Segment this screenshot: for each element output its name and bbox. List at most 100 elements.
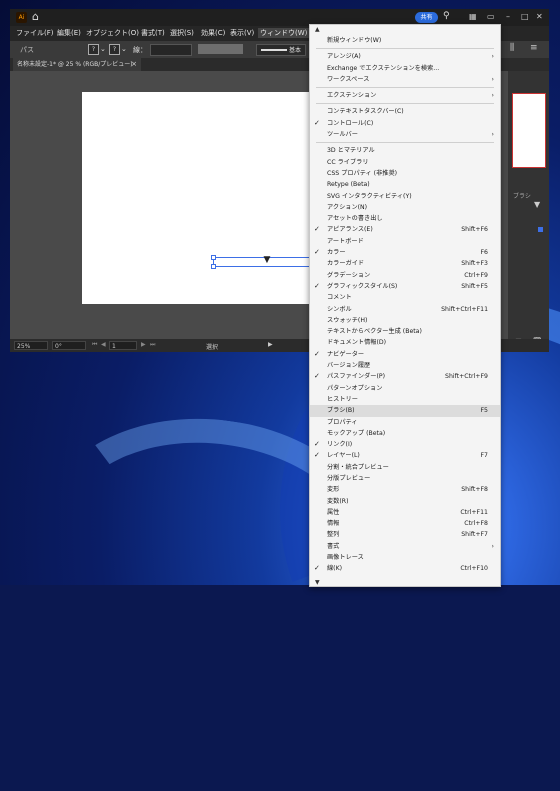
menu-item-label: テキストからベクター生成 (Beta) [327, 328, 422, 336]
arrange-documents-icon[interactable]: ▦ [469, 12, 477, 21]
menu-item[interactable]: カラーガイド Shift+F3 [310, 258, 500, 269]
menu-item[interactable]: プロパティ [310, 417, 500, 428]
menu-item[interactable]: 分版プレビュー [310, 473, 500, 484]
menu-item-label: バージョン履歴 [327, 362, 371, 370]
menu-file[interactable]: ファイル(F) [16, 28, 54, 38]
menu-item[interactable]: ✓ ナビゲーター [310, 349, 500, 360]
fill-swatch[interactable]: ? [88, 44, 99, 55]
menu-item[interactable]: 変形 Shift+F8 [310, 484, 500, 495]
menu-item[interactable]: シンボル Shift+Ctrl+F11 [310, 304, 500, 315]
search-icon[interactable]: ⚲ [443, 11, 450, 21]
workspace-icon[interactable]: ▭ [487, 12, 495, 21]
artboard-number-field[interactable]: 1 [109, 341, 137, 350]
menu-item-shortcut: F7 [480, 452, 489, 460]
menu-item[interactable]: アートボード [310, 236, 500, 247]
menu-item[interactable]: ✓ コントロール(C) [310, 118, 500, 129]
align-icon[interactable]: ⫼ [510, 43, 514, 53]
fill-dropdown-icon[interactable]: ⌄ [100, 45, 106, 53]
menu-item-label: グラデーション [327, 271, 371, 279]
menu-item[interactable]: 分割・統合プレビュー [310, 462, 500, 473]
menu-item[interactable]: コンテキストタスクバー(C) [310, 106, 500, 117]
stroke-dropdown-icon[interactable]: ⌄ [121, 45, 127, 53]
variable-width-profile[interactable] [198, 44, 243, 54]
menu-item[interactable]: グラデーション Ctrl+F9 [310, 270, 500, 281]
menu-select[interactable]: 選択(S) [170, 28, 194, 38]
menu-item[interactable]: 変数(R) [310, 496, 500, 507]
previous-artboard-icon[interactable]: ◀ [101, 341, 106, 348]
minimize-icon[interactable]: – [506, 12, 510, 21]
first-artboard-icon[interactable]: ⏮ [92, 341, 97, 349]
menu-item[interactable]: アセットの書き出し [310, 213, 500, 224]
home-icon[interactable]: ⌂ [32, 11, 44, 23]
stroke-swatch[interactable]: ? [109, 44, 120, 55]
brushes-panel-tab[interactable]: ブラシ [513, 191, 531, 200]
menu-item-label: アクション(N) [327, 203, 368, 211]
menu-item-label: 3D とマテリアル [327, 147, 375, 155]
menu-item[interactable]: ✓ パスファインダー(P) Shift+Ctrl+F9 [310, 371, 500, 382]
scroll-up-icon[interactable]: ▲ [315, 26, 320, 33]
checkmark-icon: ✓ [314, 564, 320, 573]
artboard[interactable] [82, 92, 322, 304]
menu-item[interactable]: Retype (Beta) [310, 179, 500, 190]
menu-item[interactable]: スウォッチ(H) [310, 315, 500, 326]
menu-item[interactable]: アクション(N) [310, 202, 500, 213]
menu-item[interactable]: ブラシ(B) F5 [310, 405, 500, 417]
menu-item[interactable]: ツールバー › [310, 129, 500, 140]
menu-item[interactable]: 3D とマテリアル [310, 145, 500, 156]
menu-item[interactable]: ヒストリー [310, 394, 500, 405]
menu-item[interactable]: CC ライブラリ [310, 157, 500, 168]
menu-item[interactable]: ドキュメント情報(D) [310, 337, 500, 348]
menu-item[interactable]: ✓ アピアランス(E) Shift+F6 [310, 224, 500, 235]
menu-edit[interactable]: 編集(E) [57, 28, 81, 38]
navigator-thumbnail[interactable] [512, 93, 546, 168]
menu-item[interactable]: ✓ レイヤー(L) F7 [310, 450, 500, 461]
menu-item[interactable]: 属性 Ctrl+F11 [310, 507, 500, 518]
stroke-weight-label: 線： [133, 46, 147, 54]
menu-item[interactable]: テキストからベクター生成 (Beta) [310, 326, 500, 337]
menu-item[interactable]: アレンジ(A) › [310, 51, 500, 62]
menu-object[interactable]: オブジェクト(O) [86, 28, 139, 38]
share-button[interactable]: 共有 [415, 12, 438, 23]
menu-item[interactable]: 書式 › [310, 541, 500, 552]
close-tab-icon[interactable]: × [131, 58, 137, 71]
close-icon[interactable]: ✕ [536, 12, 543, 21]
menu-item-label: 分版プレビュー [327, 474, 371, 482]
menu-item[interactable]: ✓ 線(K) Ctrl+F10 [310, 563, 500, 574]
menu-item[interactable]: ワークスペース › [310, 74, 500, 85]
rotation-field[interactable]: 0° [52, 341, 86, 350]
menu-type[interactable]: 書式(T) [141, 28, 165, 38]
menu-item[interactable]: Exchange でエクステンションを検索... [310, 63, 500, 74]
menu-item[interactable]: 情報 Ctrl+F8 [310, 518, 500, 529]
status-play-icon[interactable]: ▶ [268, 341, 273, 348]
menu-item[interactable]: CSS プロパティ (非推奨) [310, 168, 500, 179]
menu-item[interactable]: ✓ グラフィックスタイル(S) Shift+F5 [310, 281, 500, 292]
menu-item-label: ツールバー [327, 131, 358, 139]
menu-window[interactable]: ウィンドウ(W) [258, 28, 310, 38]
menu-item[interactable]: 整列 Shift+F7 [310, 529, 500, 540]
menu-item[interactable]: 画像トレース [310, 552, 500, 563]
menu-item[interactable]: ✓ リンク(I) [310, 439, 500, 450]
more-options-icon[interactable]: ≡ [530, 43, 538, 53]
menu-view[interactable]: 表示(V) [230, 28, 254, 38]
menu-item[interactable]: エクステンション › [310, 90, 500, 101]
next-artboard-icon[interactable]: ▶ [141, 341, 146, 348]
menu-effect[interactable]: 効果(C) [201, 28, 225, 38]
menu-item[interactable]: ✓ カラー F6 [310, 247, 500, 258]
stroke-weight-input[interactable] [150, 44, 192, 56]
menu-item[interactable]: パターンオプション [310, 383, 500, 394]
menu-item[interactable]: モックアップ (Beta) [310, 428, 500, 439]
zoom-field[interactable]: 25% [14, 341, 48, 350]
filter-icon[interactable]: ▼ [534, 200, 540, 209]
menu-item-label: 線(K) [327, 565, 343, 573]
maximize-icon[interactable]: □ [521, 12, 529, 21]
menu-item[interactable]: コメント [310, 292, 500, 303]
menu-item-shortcut: Shift+Ctrl+F11 [441, 305, 488, 313]
selection-handle[interactable] [211, 255, 216, 260]
brush-definition[interactable]: 基本 [256, 44, 306, 56]
menu-item[interactable]: SVG インタラクティビティ(Y) [310, 191, 500, 202]
selection-handle[interactable] [211, 264, 216, 269]
menu-item[interactable]: 新規ウィンドウ(W) [310, 35, 500, 46]
menu-item[interactable]: バージョン履歴 [310, 360, 500, 371]
document-tab[interactable]: 名称未設定-1* @ 25 % (RGB/プレビュー) × [13, 58, 141, 71]
last-artboard-icon[interactable]: ⏭ [150, 341, 155, 349]
